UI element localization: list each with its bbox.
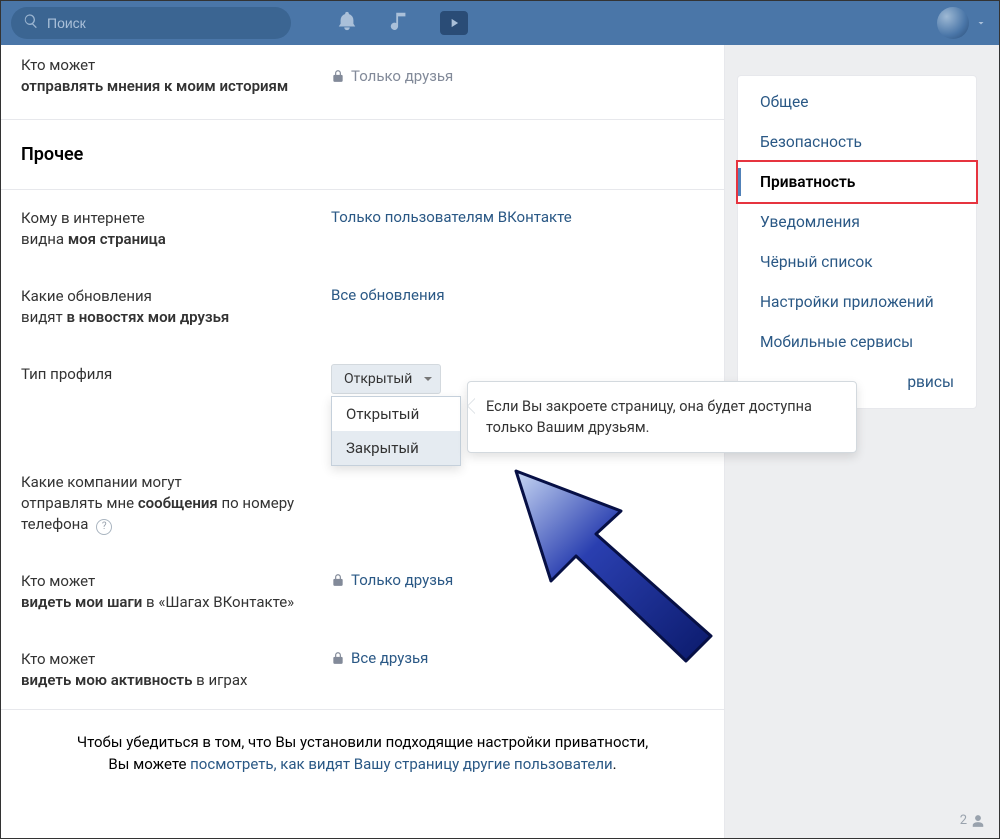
- updates-value[interactable]: Все обновления: [331, 286, 445, 304]
- label-bold: моя страница: [68, 230, 166, 248]
- label-plain: видят: [21, 308, 66, 326]
- music-icon[interactable]: [388, 10, 410, 36]
- label-text: Тип профиля: [21, 365, 112, 383]
- search-box[interactable]: [11, 7, 291, 39]
- label-text: Какие обновления: [21, 287, 152, 305]
- label-bold: видеть мою активность: [21, 671, 192, 689]
- presence-count: 2: [960, 813, 967, 828]
- header-icons: [336, 10, 468, 36]
- value-text: Только друзья: [351, 67, 453, 85]
- profile-type-select[interactable]: Открытый: [331, 364, 441, 394]
- label-plain: видна: [21, 230, 68, 248]
- avatar: [937, 7, 969, 39]
- row-internet-visibility: Кому в интернете видна моя страница Толь…: [1, 190, 724, 268]
- value-text: Только друзья: [351, 571, 453, 589]
- search-input[interactable]: [47, 15, 279, 31]
- row-news-updates: Какие обновления видят в новостях мои др…: [1, 268, 724, 346]
- profile-type-menu: Открытый Закрытый: [331, 396, 461, 466]
- person-icon: [971, 814, 985, 828]
- story-opinions-row: Кто может отправлять мнения к моим истор…: [1, 45, 724, 120]
- sidebar-item-general[interactable]: Общее: [738, 82, 976, 122]
- lock-icon: [331, 69, 345, 83]
- lock-icon: [331, 573, 345, 587]
- label-bold: в новостях мои друзья: [66, 308, 229, 326]
- sidebar-item-mobile[interactable]: Мобильные сервисы: [738, 322, 976, 362]
- story-opinions-value[interactable]: Только друзья: [331, 55, 453, 97]
- bell-icon[interactable]: [336, 10, 358, 36]
- sidebar-item-security[interactable]: Безопасность: [738, 122, 976, 162]
- value-text: Все друзья: [351, 649, 428, 667]
- chevron-down-icon: [975, 17, 987, 29]
- label-line1: Кто может: [21, 650, 95, 668]
- sidebar-item-privacy[interactable]: Приватность: [736, 160, 978, 204]
- help-icon[interactable]: ?: [96, 519, 112, 535]
- bottom-hint: Чтобы убедиться в том, что Вы установили…: [1, 709, 724, 802]
- lock-icon: [331, 651, 345, 665]
- search-icon: [23, 13, 39, 33]
- section-title: Прочее: [1, 120, 724, 190]
- label-plain: в «Шагах ВКонтакте»: [142, 593, 294, 611]
- label-bold: сообщения: [138, 494, 218, 512]
- steps-value[interactable]: Только друзья: [331, 571, 453, 589]
- top-header: [1, 1, 999, 45]
- row-games: Кто может видеть мою активность в играх …: [1, 631, 724, 709]
- profile-type-tooltip: Если Вы закроете страницу, она будет дос…: [467, 381, 857, 453]
- label-plain-a: отправлять мне: [21, 494, 138, 512]
- sidebar-item-apps[interactable]: Настройки приложений: [738, 282, 976, 322]
- label-bold: видеть мои шаги: [21, 593, 142, 611]
- hint-dot: .: [613, 755, 617, 773]
- label-text: Кому в интернете: [21, 209, 145, 227]
- row-steps: Кто может видеть мои шаги в «Шагах ВКонт…: [1, 553, 724, 631]
- profile-type-option-open[interactable]: Открытый: [332, 397, 460, 431]
- visibility-value[interactable]: Только пользователям ВКонтакте: [331, 208, 572, 226]
- sidebar-item-blacklist[interactable]: Чёрный список: [738, 242, 976, 282]
- label-bold: отправлять мнения к моим историям: [21, 77, 288, 95]
- label-line1: Какие компании могут: [21, 473, 182, 491]
- user-menu[interactable]: [937, 7, 987, 39]
- label-text: Кто может: [21, 56, 95, 74]
- games-value[interactable]: Все друзья: [331, 649, 428, 667]
- hint-text-2: Вы можете: [108, 755, 190, 773]
- hint-text-1: Чтобы убедиться в том, что Вы установили…: [77, 733, 648, 751]
- label-plain: в играх: [192, 671, 247, 689]
- sidebar-item-notifications[interactable]: Уведомления: [738, 202, 976, 242]
- preview-link[interactable]: посмотреть, как видят Вашу страницу друг…: [190, 755, 613, 773]
- video-icon[interactable]: [440, 11, 468, 35]
- online-indicator[interactable]: 2: [960, 813, 985, 828]
- settings-sidebar: Общее Безопасность Приватность Уведомлен…: [737, 75, 977, 409]
- label-line1: Кто может: [21, 572, 95, 590]
- profile-type-option-closed[interactable]: Закрытый: [332, 431, 460, 465]
